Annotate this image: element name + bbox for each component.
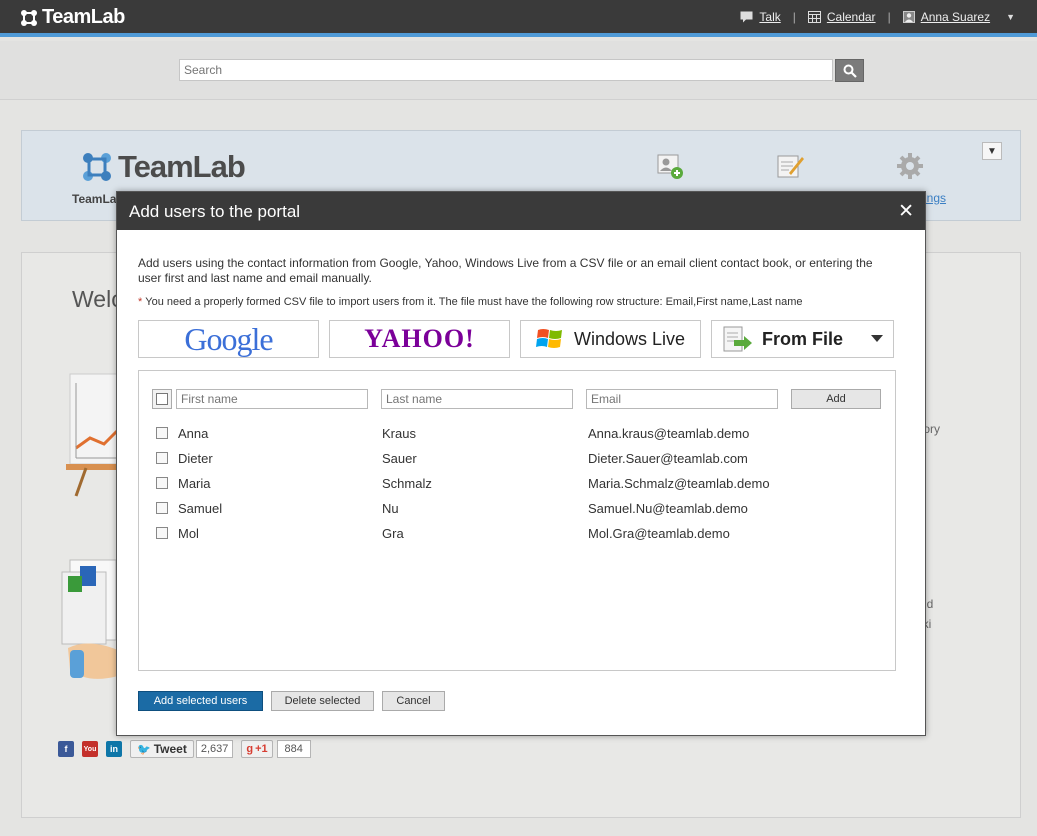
talk-nav[interactable]: Talk (740, 10, 781, 24)
user-first-name: Dieter (178, 450, 213, 466)
windows-live-import-button[interactable]: Windows Live (520, 320, 701, 358)
windows-live-label: Windows Live (573, 328, 686, 349)
dialog-description: Add users using the contact information … (138, 256, 873, 285)
users-list-panel: Add Anna Kraus Anna.kraus@teamlab.demo D… (138, 370, 896, 671)
new-user-form (152, 389, 778, 409)
user-first-name: Maria (178, 475, 211, 491)
search-button[interactable] (835, 59, 864, 82)
settings-link[interactable]: ings (924, 191, 946, 205)
yahoo-logo: YAHOO! (364, 324, 475, 353)
close-icon[interactable]: ✕ (898, 200, 914, 223)
add-users-dialog: Add users to the portal ✕ Add users usin… (116, 191, 926, 736)
user-first-name: Anna (178, 425, 209, 441)
linkedin-icon[interactable]: in (106, 741, 122, 757)
portal-subtitle: TeamLa (72, 192, 117, 206)
file-import-icon (723, 326, 752, 352)
dialog-title-bar: Add users to the portal ✕ (117, 192, 925, 230)
user-email: Maria.Schmalz@teamlab.demo (588, 475, 770, 491)
row-checkbox[interactable] (156, 527, 168, 539)
table-row: Dieter Sauer Dieter.Sauer@teamlab.com (156, 448, 876, 468)
row-checkbox[interactable] (156, 502, 168, 514)
first-name-field[interactable] (176, 389, 368, 409)
user-last-name: Gra (382, 525, 404, 541)
edit-document-icon[interactable] (775, 151, 805, 181)
talk-link[interactable]: Talk (759, 10, 780, 24)
twitter-bird-icon: 🐦 (137, 743, 151, 756)
table-row: Samuel Nu Samuel.Nu@teamlab.demo (156, 498, 876, 518)
social-share-bar: f You in 🐦 Tweet 2,637 g +1 884 (58, 740, 311, 758)
import-providers: Google YAHOO! Windows Live From File (138, 320, 894, 358)
row-checkbox[interactable] (156, 452, 168, 464)
youtube-icon[interactable]: You (82, 741, 98, 757)
table-row: Anna Kraus Anna.kraus@teamlab.demo (156, 423, 876, 443)
nav-separator: | (887, 10, 891, 24)
email-field[interactable] (586, 389, 778, 409)
add-user-icon[interactable] (655, 151, 685, 181)
user-email: Dieter.Sauer@teamlab.com (588, 450, 748, 466)
chevron-down-icon[interactable] (871, 335, 883, 342)
from-file-import-button[interactable]: From File (711, 320, 894, 358)
gplus-label: +1 (255, 743, 268, 755)
search-input[interactable] (179, 59, 833, 81)
cancel-button[interactable]: Cancel (382, 691, 445, 711)
facebook-icon[interactable]: f (58, 741, 74, 757)
google-import-button[interactable]: Google (138, 320, 319, 358)
user-email: Samuel.Nu@teamlab.demo (588, 500, 748, 516)
teamlab-logo-icon (21, 9, 37, 26)
last-name-field[interactable] (381, 389, 573, 409)
gplus-button[interactable]: g +1 (241, 740, 273, 758)
user-first-name: Samuel (178, 500, 223, 516)
dialog-actions: Add selected users Delete selected Cance… (138, 691, 445, 711)
chevron-down-icon[interactable]: ▼ (1006, 12, 1015, 22)
chat-icon (740, 11, 753, 23)
tweet-button[interactable]: 🐦 Tweet (130, 740, 194, 758)
csv-note-text: You need a properly formed CSV file to i… (145, 296, 803, 308)
brand-name: TeamLab (42, 6, 125, 28)
row-checkbox[interactable] (156, 427, 168, 439)
user-last-name: Schmalz (382, 475, 432, 491)
from-file-label: From File (762, 328, 844, 349)
delete-selected-button[interactable]: Delete selected (271, 691, 374, 711)
google-logo: Google (184, 320, 273, 357)
dialog-title: Add users to the portal (129, 202, 301, 221)
documents-illustration (61, 559, 118, 679)
calendar-nav[interactable]: Calendar (807, 10, 876, 24)
user-email: Anna.kraus@teamlab.demo (588, 425, 750, 441)
user-icon (902, 11, 915, 23)
search-icon (843, 64, 857, 78)
table-row: Mol Gra Mol.Gra@teamlab.demo (156, 523, 876, 543)
row-checkbox[interactable] (156, 477, 168, 489)
nav-separator: | (792, 10, 796, 24)
tweet-label: Tweet (153, 742, 187, 756)
search-bar (0, 41, 1037, 100)
user-last-name: Nu (382, 500, 399, 516)
required-asterisk: * (138, 296, 143, 308)
user-last-name: Kraus (382, 425, 416, 441)
calendar-link[interactable]: Calendar (827, 10, 876, 24)
portal-logo-text: TeamLab (118, 149, 246, 184)
google-plus-icon: g (246, 743, 254, 755)
windows-flag-icon (535, 329, 562, 348)
gplus-count: 884 (276, 740, 311, 758)
calendar-icon (807, 11, 821, 23)
user-email: Mol.Gra@teamlab.demo (588, 525, 730, 541)
add-selected-users-button[interactable]: Add selected users (138, 691, 263, 711)
select-all-checkbox[interactable] (152, 389, 172, 409)
portal-logo: TeamLab (82, 149, 246, 185)
csv-format-note: * You need a properly formed CSV file to … (138, 296, 803, 308)
brand-logo[interactable]: TeamLab (20, 6, 125, 29)
top-navigation: Talk | Calendar | Anna Suarez ▼ (740, 10, 1015, 24)
user-menu[interactable]: Anna Suarez ▼ (902, 10, 1015, 24)
user-name-link[interactable]: Anna Suarez (921, 10, 990, 24)
table-row: Maria Schmalz Maria.Schmalz@teamlab.demo (156, 473, 876, 493)
yahoo-import-button[interactable]: YAHOO! (329, 320, 510, 358)
user-first-name: Mol (178, 525, 199, 541)
user-last-name: Sauer (382, 450, 417, 466)
gear-icon[interactable] (895, 151, 925, 181)
tweet-count: 2,637 (195, 740, 234, 758)
add-user-button[interactable]: Add (791, 389, 881, 409)
chevron-down-icon[interactable]: ▼ (982, 142, 1002, 160)
teamlab-logo-icon (83, 153, 111, 181)
top-bar: TeamLab Talk | Calendar | Anna Suarez ▼ (0, 0, 1037, 37)
